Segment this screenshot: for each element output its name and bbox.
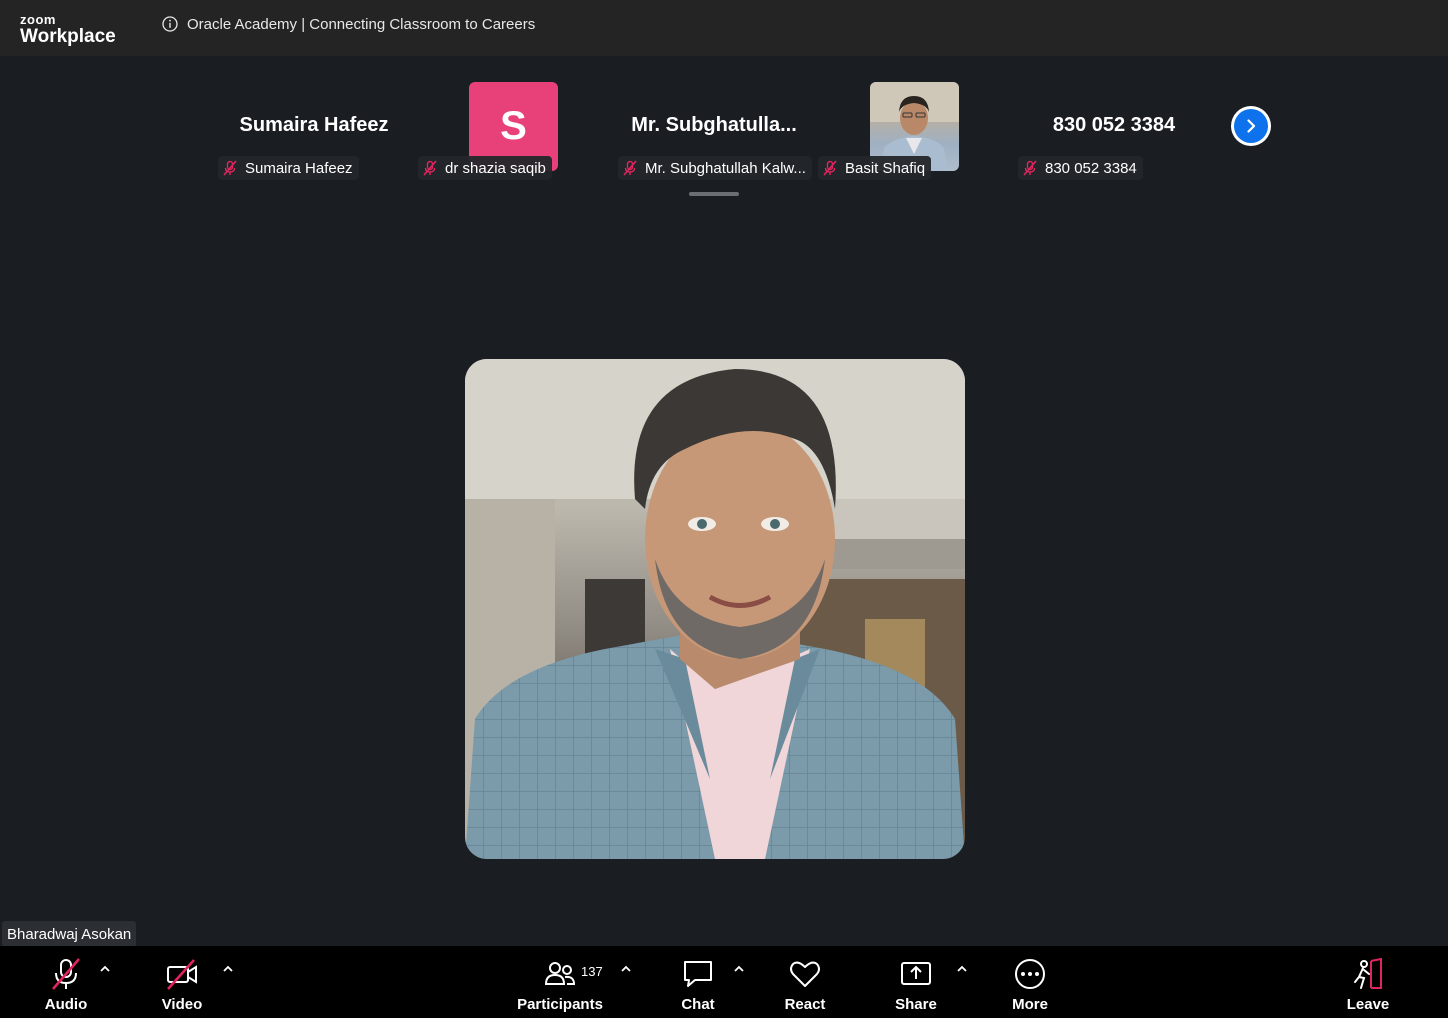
participants-icon: [544, 962, 576, 985]
mic-muted-icon: [223, 160, 237, 176]
share-button[interactable]: Share: [890, 946, 942, 1018]
video-off-icon: [167, 959, 197, 990]
participant-name: Sumaira Hafeez: [239, 114, 389, 136]
react-button[interactable]: React: [779, 946, 831, 1018]
meeting-title: Oracle Academy | Connecting Classroom to…: [187, 16, 536, 33]
participant-label: dr shazia saqib: [418, 156, 552, 180]
next-page-button[interactable]: [1231, 106, 1271, 146]
chat-icon: [684, 961, 712, 987]
chevron-up-icon[interactable]: [733, 964, 745, 974]
heart-icon: [790, 961, 820, 987]
react-label: React: [784, 996, 826, 1013]
share-screen-icon: [901, 962, 931, 985]
participants-button[interactable]: Participants: [515, 946, 605, 1018]
scrollbar-track[interactable]: [1438, 56, 1448, 946]
participants-count: 137: [581, 964, 603, 979]
chevron-up-icon[interactable]: [620, 964, 632, 974]
participant-label-text: 830 052 3384: [1045, 159, 1137, 177]
share-label: Share: [895, 996, 937, 1013]
video-label: Video: [161, 996, 203, 1013]
mic-muted-icon: [1023, 160, 1037, 176]
mic-muted-icon: [423, 160, 437, 176]
participant-label: Sumaira Hafeez: [218, 156, 359, 180]
info-icon[interactable]: [162, 16, 178, 32]
title-bar: zoom Workplace Oracle Academy | Connecti…: [0, 0, 1448, 56]
chevron-up-icon[interactable]: [99, 964, 111, 974]
participant-label: Mr. Subghatullah Kalw...: [618, 156, 812, 180]
speaker-name-tag: Bharadwaj Asokan: [2, 921, 137, 947]
chat-button[interactable]: Chat: [674, 946, 722, 1018]
chat-label: Chat: [681, 996, 715, 1013]
zoom-logo: zoom: [20, 12, 56, 27]
more-label: More: [1012, 996, 1048, 1013]
participant-label-text: dr shazia saqib: [445, 159, 546, 177]
more-icon: [1015, 959, 1045, 989]
chevron-up-icon[interactable]: [956, 964, 968, 974]
participant-label-text: Basit Shafiq: [845, 159, 926, 177]
participant-label-text: Sumaira Hafeez: [245, 159, 353, 177]
leave-button[interactable]: Leave: [1342, 946, 1394, 1018]
video-button[interactable]: Video: [156, 946, 208, 1018]
leave-label: Leave: [1346, 996, 1390, 1013]
page-indicator: [689, 192, 739, 196]
chevron-right-icon: [1247, 119, 1256, 133]
participant-label: Basit Shafiq: [818, 156, 932, 180]
audio-label: Audio: [44, 996, 88, 1013]
participant-name: Mr. Subghatulla...: [631, 114, 797, 136]
mic-muted-icon: [623, 160, 637, 176]
participants-label: Participants: [517, 996, 603, 1013]
speaker-silhouette: [465, 359, 965, 859]
participant-name: 830 052 3384: [1052, 114, 1176, 136]
participant-label-text: Mr. Subghatullah Kalw...: [645, 159, 806, 177]
chevron-up-icon[interactable]: [222, 964, 234, 974]
workplace-logo: Workplace: [20, 26, 116, 47]
more-button[interactable]: More: [1004, 946, 1056, 1018]
participant-label: 830 052 3384: [1018, 156, 1143, 180]
mic-muted-icon: [52, 958, 80, 990]
active-speaker-video[interactable]: [465, 359, 965, 859]
mic-muted-icon: [823, 160, 837, 176]
leave-icon: [1354, 958, 1382, 989]
audio-button[interactable]: Audio: [40, 946, 92, 1018]
meeting-toolbar: Audio Video Participants 137 Chat React …: [0, 946, 1448, 1018]
